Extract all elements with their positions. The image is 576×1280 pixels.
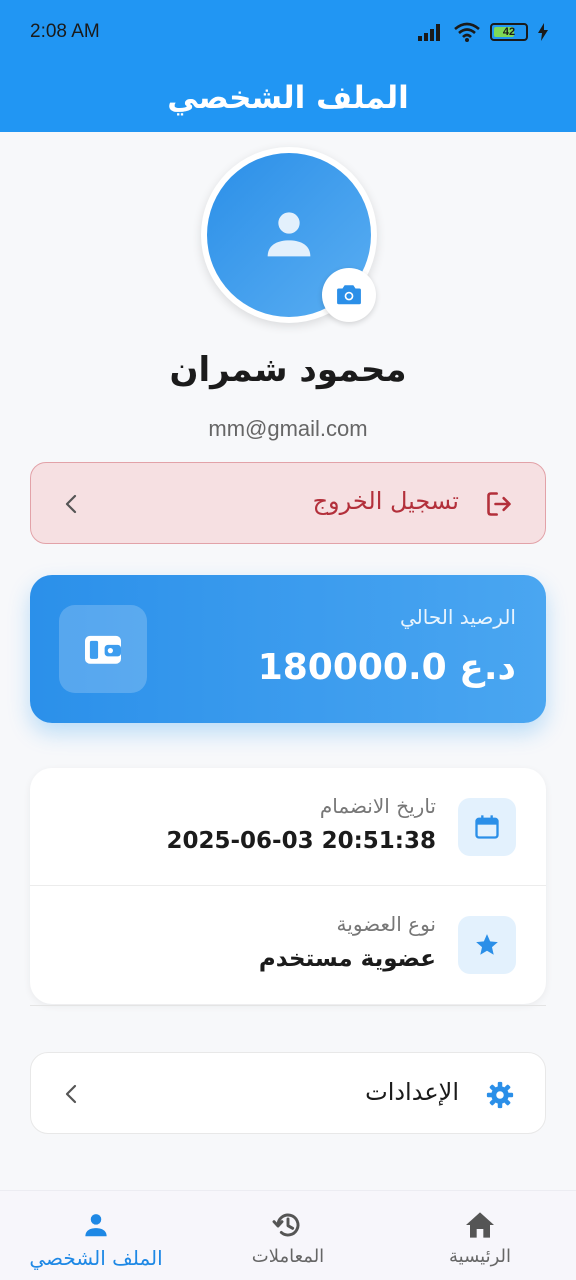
camera-icon	[337, 285, 361, 305]
info-card: تاريخ الانضمام 2025-06-03 20:51:38 نوع ا…	[30, 768, 546, 1004]
settings-button[interactable]: الإعدادات	[30, 1052, 546, 1134]
charging-icon	[538, 23, 548, 41]
star-icon	[458, 916, 516, 974]
balance-amount: 180000.0 د.ع	[257, 647, 516, 688]
home-icon	[464, 1209, 496, 1241]
wallet-icon	[59, 605, 147, 693]
balance-label: الرصيد الحالي	[400, 605, 516, 629]
settings-label: الإعدادات	[365, 1078, 459, 1106]
chevron-left-icon	[63, 1082, 79, 1110]
user-name: محمود شمران	[169, 350, 407, 390]
gear-icon	[485, 1080, 515, 1114]
signal-icon	[418, 24, 440, 41]
app-bar: الملف الشخصي	[0, 64, 576, 132]
balance-card: الرصيد الحالي 180000.0 د.ع	[30, 575, 546, 723]
user-email: mm@gmail.com	[208, 416, 368, 441]
status-bar: 2:08 AM 42	[0, 0, 576, 64]
calendar-icon	[458, 798, 516, 856]
logout-icon	[485, 490, 513, 522]
battery-level: 42	[502, 26, 516, 38]
join-date-value: 2025-06-03 20:51:38	[166, 828, 436, 854]
nav-item-home[interactable]: الرئيسية	[404, 1191, 556, 1280]
bottom-nav: الملف الشخصي المعاملات الرئيسية	[0, 1190, 576, 1280]
change-photo-button[interactable]	[322, 268, 376, 322]
status-icons: 42	[418, 22, 548, 42]
membership-row: نوع العضوية عضوية مستخدم	[30, 886, 546, 1004]
chevron-left-icon	[63, 492, 79, 520]
divider	[30, 1005, 546, 1006]
nav-label-profile: الملف الشخصي	[29, 1246, 163, 1270]
nav-item-transactions[interactable]: المعاملات	[212, 1191, 364, 1280]
nav-label-transactions: المعاملات	[251, 1246, 325, 1267]
history-icon	[272, 1209, 304, 1241]
join-date-row: تاريخ الانضمام 2025-06-03 20:51:38	[30, 768, 546, 886]
battery-icon: 42	[490, 23, 528, 41]
nav-label-home: الرئيسية	[449, 1246, 511, 1267]
membership-value: عضوية مستخدم	[258, 946, 436, 972]
logout-button[interactable]: تسجيل الخروج	[30, 462, 546, 544]
person-icon	[81, 1209, 111, 1241]
person-icon	[267, 212, 311, 257]
membership-label: نوع العضوية	[336, 912, 436, 936]
nav-item-profile[interactable]: الملف الشخصي	[14, 1191, 178, 1280]
wifi-icon	[454, 22, 480, 42]
join-date-label: تاريخ الانضمام	[319, 794, 436, 818]
page-title: الملف الشخصي	[167, 80, 409, 116]
status-time: 2:08 AM	[30, 21, 100, 42]
logout-label: تسجيل الخروج	[312, 487, 459, 515]
